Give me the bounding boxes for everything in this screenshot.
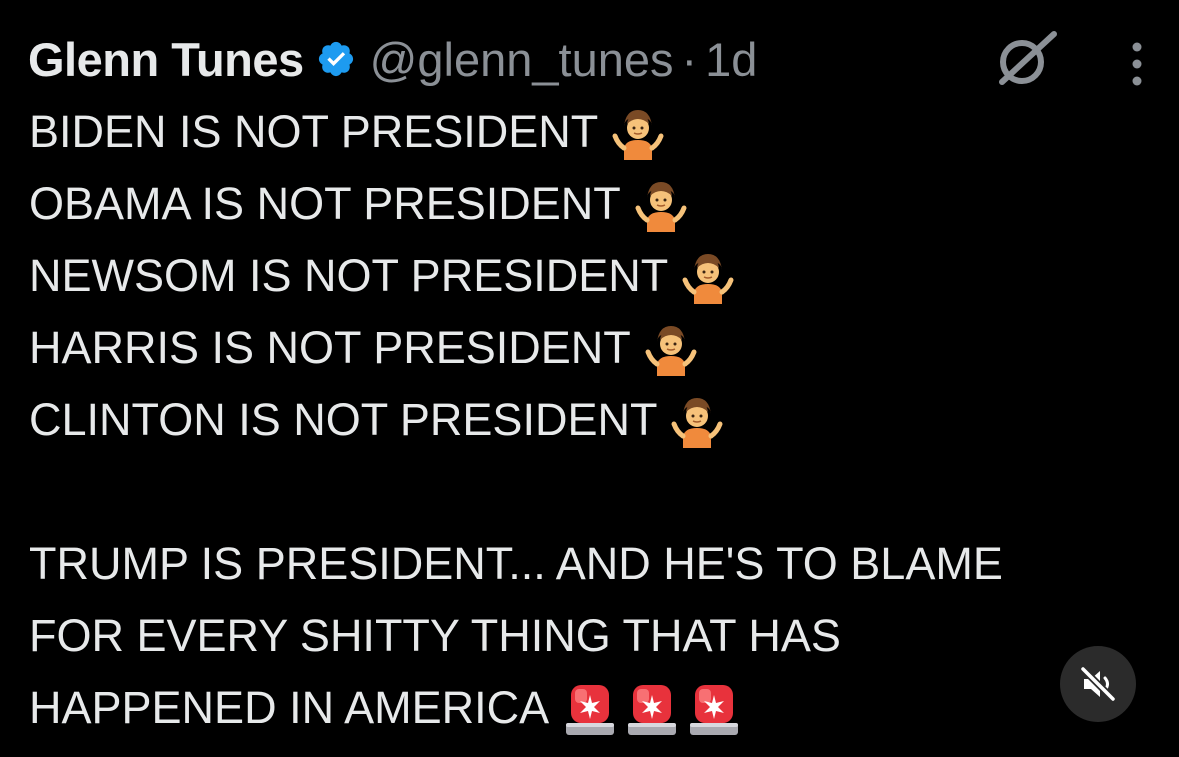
tweet-text: BIDEN IS NOT PRESIDENT OBAMA IS NOT PRES… (29, 96, 1159, 744)
tweet-line: TRUMP IS PRESIDENT... AND HE'S TO BLAME (29, 528, 1159, 600)
person-shrugging-emoji-icon (682, 254, 734, 304)
police-car-light-emoji-icon (566, 685, 615, 735)
tweet-line-text: BIDEN IS NOT PRESIDENT (29, 106, 599, 157)
separator-dot: · (681, 32, 698, 86)
tweet-line: FOR EVERY SHITTY THING THAT HAS (29, 600, 1159, 672)
person-shrugging-emoji-icon (645, 326, 697, 376)
author-handle[interactable]: @glenn_tunes (370, 32, 674, 87)
police-car-light-emoji-icon (690, 685, 739, 735)
tweet-line-text: OBAMA IS NOT PRESIDENT (29, 178, 621, 229)
tweet-line: BIDEN IS NOT PRESIDENT (29, 96, 1159, 168)
tweet-line: NEWSOM IS NOT PRESIDENT (29, 240, 1159, 312)
tweet-line-text: TRUMP IS PRESIDENT... AND HE'S TO BLAME (29, 538, 1003, 589)
tweet-timestamp[interactable]: 1d (705, 32, 757, 87)
police-car-light-emoji-icon (628, 685, 677, 735)
verified-badge-icon (318, 41, 353, 77)
tweet-line-text: CLINTON IS NOT PRESIDENT (29, 394, 658, 445)
tweet-line-text: NEWSOM IS NOT PRESIDENT (29, 250, 669, 301)
muted-speaker-icon (1079, 665, 1117, 703)
person-shrugging-emoji-icon (635, 182, 687, 232)
tweet-line: OBAMA IS NOT PRESIDENT (29, 168, 1159, 240)
tweet-line: HAPPENED IN AMERICA (29, 672, 1159, 744)
tweet-line-text: FOR EVERY SHITTY THING THAT HAS (29, 610, 841, 661)
person-shrugging-emoji-icon (612, 110, 664, 160)
author-display-name[interactable]: Glenn Tunes (28, 32, 304, 87)
tweet-line-text: HAPPENED IN AMERICA (29, 682, 550, 733)
grok-icon[interactable] (992, 30, 1058, 88)
mute-toggle-button[interactable] (1060, 646, 1136, 722)
tweet-header: Glenn Tunes @glenn_tunes · 1d (28, 28, 757, 90)
tweet-line-text: HARRIS IS NOT PRESIDENT (29, 322, 631, 373)
person-shrugging-emoji-icon (671, 398, 723, 448)
tweet-line: HARRIS IS NOT PRESIDENT (29, 312, 1159, 384)
more-options-icon[interactable] (1127, 42, 1147, 86)
tweet-line: CLINTON IS NOT PRESIDENT (29, 384, 1159, 456)
